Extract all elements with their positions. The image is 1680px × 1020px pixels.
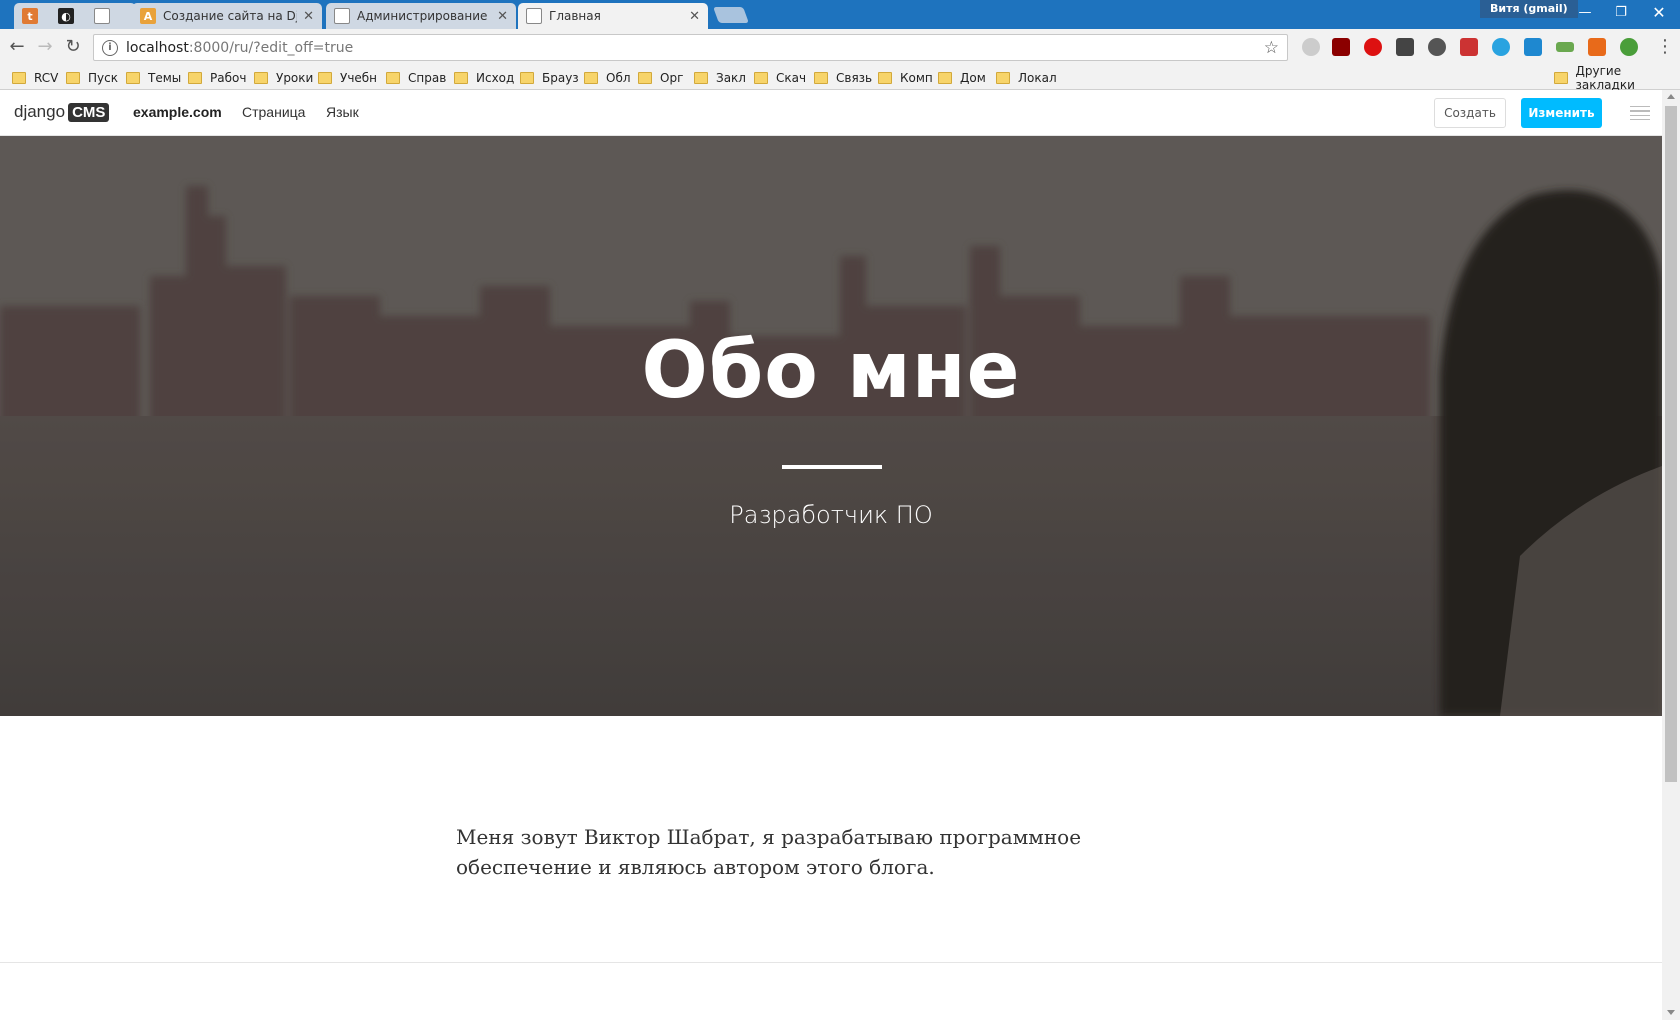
- folder-icon: [454, 72, 468, 84]
- browser-tab-5[interactable]: Администрирование сай ✕: [326, 3, 516, 29]
- bookmark-item[interactable]: Брауз: [520, 69, 579, 87]
- bookmark-item[interactable]: Обл: [584, 69, 631, 87]
- edit-button[interactable]: Изменить: [1521, 98, 1602, 128]
- folder-icon: [938, 72, 952, 84]
- pocket-extension-icon[interactable]: [1396, 38, 1414, 56]
- url-host: localhost: [126, 39, 189, 56]
- hero-title: Обо мне: [641, 326, 1021, 416]
- info-icon[interactable]: i: [102, 39, 118, 56]
- folder-icon: [814, 72, 828, 84]
- hamburger-menu-icon[interactable]: [1630, 106, 1650, 120]
- github-icon: ◐: [58, 8, 74, 24]
- document-icon: [94, 8, 110, 24]
- bookmark-item[interactable]: Учебн: [318, 69, 377, 87]
- folder-icon: [638, 72, 652, 84]
- restore-icon[interactable]: ❐: [1606, 2, 1636, 24]
- bookmark-item[interactable]: RCV: [12, 69, 58, 87]
- globe-extension-icon[interactable]: [1302, 38, 1320, 56]
- bookmark-item[interactable]: Рабоч: [188, 69, 246, 87]
- bookmark-item[interactable]: Пуск: [66, 69, 118, 87]
- folder-icon: [878, 72, 892, 84]
- folder-icon: [996, 72, 1010, 84]
- sync-extension-icon[interactable]: [1492, 38, 1510, 56]
- close-icon[interactable]: ✕: [497, 9, 508, 24]
- site-menu[interactable]: example.com: [133, 104, 222, 120]
- cms-toolbar: django CMS example.com Страница Язык Соз…: [0, 90, 1662, 136]
- folder-icon: [1554, 72, 1568, 84]
- city-skyline-background: [0, 136, 1662, 716]
- profile-button[interactable]: Витя (gmail): [1480, 0, 1578, 18]
- folder-icon: [386, 72, 400, 84]
- forward-arrow-icon[interactable]: →: [33, 35, 57, 59]
- mail-extension-icon[interactable]: [1460, 38, 1478, 56]
- tab-title: Администрирование сай: [357, 9, 491, 23]
- create-button[interactable]: Создать: [1434, 98, 1506, 128]
- tab-title: Создание сайта на Djan: [163, 9, 297, 23]
- back-arrow-icon[interactable]: ←: [5, 35, 29, 59]
- bookmark-item[interactable]: Орг: [638, 69, 683, 87]
- scroll-up-arrow-icon[interactable]: [1667, 94, 1675, 99]
- other-bookmarks[interactable]: Другие закладки: [1554, 64, 1680, 92]
- close-window-icon[interactable]: ✕: [1644, 2, 1674, 24]
- browser-menu-icon[interactable]: ⋮: [1656, 37, 1674, 57]
- page-menu[interactable]: Страница: [242, 104, 305, 120]
- address-bar[interactable]: i localhost:8000/ru/?edit_off=true ☆: [93, 34, 1288, 61]
- bookmark-item[interactable]: Скач: [754, 69, 806, 87]
- bookmark-item[interactable]: Комп: [878, 69, 933, 87]
- minimize-icon[interactable]: —: [1570, 2, 1600, 24]
- scroll-down-arrow-icon[interactable]: [1667, 1010, 1675, 1015]
- document-icon: [334, 8, 350, 24]
- folder-icon: [584, 72, 598, 84]
- letter-a-icon: A: [140, 8, 156, 24]
- adblock-extension-icon[interactable]: [1364, 38, 1382, 56]
- hero-section: Обо мне Разработчик ПО: [0, 136, 1662, 716]
- close-icon[interactable]: ✕: [689, 9, 700, 24]
- folder-icon: [12, 72, 26, 84]
- url-path: :8000/ru/?edit_off=true: [188, 39, 354, 56]
- hero-subtitle: Разработчик ПО: [729, 501, 933, 529]
- folder-icon: [188, 72, 202, 84]
- ublock-extension-icon[interactable]: [1332, 38, 1350, 56]
- folder-icon: [254, 72, 268, 84]
- close-icon[interactable]: ✕: [303, 9, 314, 24]
- section-divider: [0, 962, 1662, 963]
- bookmark-item[interactable]: Локал: [996, 69, 1057, 87]
- update-extension-icon[interactable]: [1620, 38, 1638, 56]
- about-paragraph: Меня зовут Виктор Шабрат, я разрабатываю…: [456, 825, 1082, 879]
- bookmark-item[interactable]: Связь: [814, 69, 872, 87]
- folder-icon: [520, 72, 534, 84]
- evernote-extension-icon[interactable]: [1428, 38, 1446, 56]
- bookmark-star-icon[interactable]: ☆: [1264, 38, 1279, 58]
- browser-tab-3[interactable]: [86, 3, 136, 29]
- tumblr-extension-icon[interactable]: [1588, 38, 1606, 56]
- tab-title: Главная: [549, 9, 601, 23]
- browser-toolbar: ← → ↻ i localhost:8000/ru/?edit_off=true…: [0, 29, 1680, 66]
- folder-icon: [66, 72, 80, 84]
- bookmark-item[interactable]: Исход: [454, 69, 514, 87]
- reload-icon[interactable]: ↻: [61, 35, 85, 59]
- browser-tab-bar: t ◐ A Создание сайта на Djan ✕ Администр…: [0, 0, 1680, 29]
- bookmark-item[interactable]: Справ: [386, 69, 446, 87]
- folder-icon: [694, 72, 708, 84]
- hero-divider: [782, 465, 882, 469]
- bookmark-item[interactable]: Уроки: [254, 69, 313, 87]
- browser-tab-active[interactable]: Главная ✕: [518, 3, 708, 29]
- scroll-thumb[interactable]: [1665, 106, 1677, 782]
- folder-icon: [126, 72, 140, 84]
- folder-icon: [318, 72, 332, 84]
- django-cms-logo[interactable]: django CMS: [14, 102, 110, 122]
- language-menu[interactable]: Язык: [326, 104, 359, 120]
- bookmark-item[interactable]: Дом: [938, 69, 986, 87]
- document-icon: [526, 8, 542, 24]
- translate-extension-icon[interactable]: [1524, 38, 1542, 56]
- bookmark-item[interactable]: Темы: [126, 69, 181, 87]
- folder-icon: [754, 72, 768, 84]
- new-tab-button[interactable]: [713, 7, 749, 23]
- battery-extension-icon[interactable]: [1556, 42, 1574, 52]
- browser-tab-4[interactable]: A Создание сайта на Djan ✕: [132, 3, 322, 29]
- tumblr-icon: t: [22, 8, 38, 24]
- bookmarks-bar: RCV Пуск Темы Рабоч Уроки Учебн Справ Ис…: [0, 64, 1680, 92]
- page-scrollbar[interactable]: [1662, 90, 1680, 1020]
- bookmark-item[interactable]: Закл: [694, 69, 746, 87]
